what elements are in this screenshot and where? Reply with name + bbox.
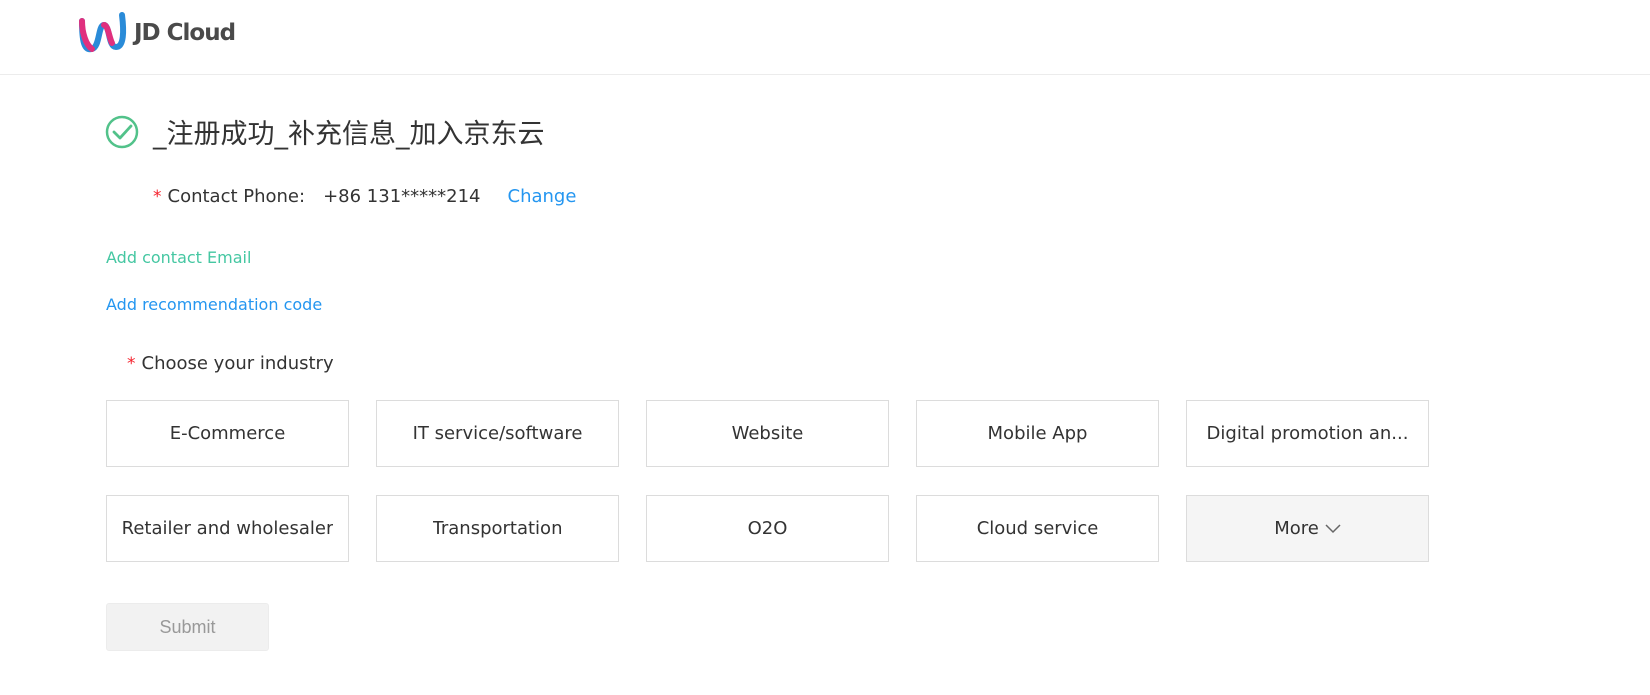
logo[interactable]: JD Cloud — [78, 10, 236, 56]
industry-option-label: O2O — [747, 518, 788, 539]
required-mark: * — [127, 353, 136, 374]
add-recommendation-code-link[interactable]: Add recommendation code — [106, 295, 322, 314]
page-title: _注册成功_补充信息_加入京东云 — [153, 119, 545, 150]
contact-phone-label: Contact Phone: — [167, 186, 306, 207]
jd-cloud-logo-icon — [79, 12, 127, 53]
industry-option-it-service[interactable]: IT service/software — [376, 400, 619, 467]
more-industries-button[interactable]: More — [1186, 495, 1429, 562]
industry-option-label: Website — [731, 423, 804, 444]
industry-option-label: Transportation — [432, 518, 563, 539]
industry-option-cloud-service[interactable]: Cloud service — [916, 495, 1159, 562]
industry-label-row: * Choose your industry — [127, 353, 334, 374]
industry-option-website[interactable]: Website — [646, 400, 889, 467]
industry-option-retailer[interactable]: Retailer and wholesaler — [106, 495, 349, 562]
required-mark: * — [153, 186, 162, 207]
logo-text: JD Cloud — [134, 20, 236, 46]
industry-option-label: Mobile App — [987, 423, 1088, 444]
industry-options: E-Commerce IT service/software Website M… — [106, 400, 1429, 562]
industry-option-label: IT service/software — [412, 423, 583, 444]
contact-phone-value: +86 131*****214 — [323, 186, 481, 207]
change-phone-link[interactable]: Change — [508, 186, 577, 207]
more-label: More — [1274, 518, 1319, 539]
industry-option-o2o[interactable]: O2O — [646, 495, 889, 562]
page-title-row: _注册成功_补充信息_加入京东云 — [105, 112, 545, 151]
industry-option-digital-promotion[interactable]: Digital promotion an... — [1186, 400, 1429, 467]
submit-button[interactable]: Submit — [106, 603, 269, 651]
industry-option-label: Digital promotion an... — [1206, 423, 1409, 444]
industry-option-label: Retailer and wholesaler — [121, 518, 334, 539]
add-contact-email-link[interactable]: Add contact Email — [106, 248, 251, 267]
industry-option-transportation[interactable]: Transportation — [376, 495, 619, 562]
industry-option-ecommerce[interactable]: E-Commerce — [106, 400, 349, 467]
industry-label: Choose your industry — [141, 353, 334, 374]
header: JD Cloud — [0, 0, 1650, 75]
contact-phone-row: * Contact Phone: +86 131*****214 Change — [153, 186, 576, 207]
industry-option-label: Cloud service — [976, 518, 1099, 539]
chevron-down-icon — [1325, 523, 1341, 534]
industry-option-label: E-Commerce — [169, 423, 286, 444]
industry-option-mobile-app[interactable]: Mobile App — [916, 400, 1159, 467]
check-circle-icon — [105, 115, 139, 148]
